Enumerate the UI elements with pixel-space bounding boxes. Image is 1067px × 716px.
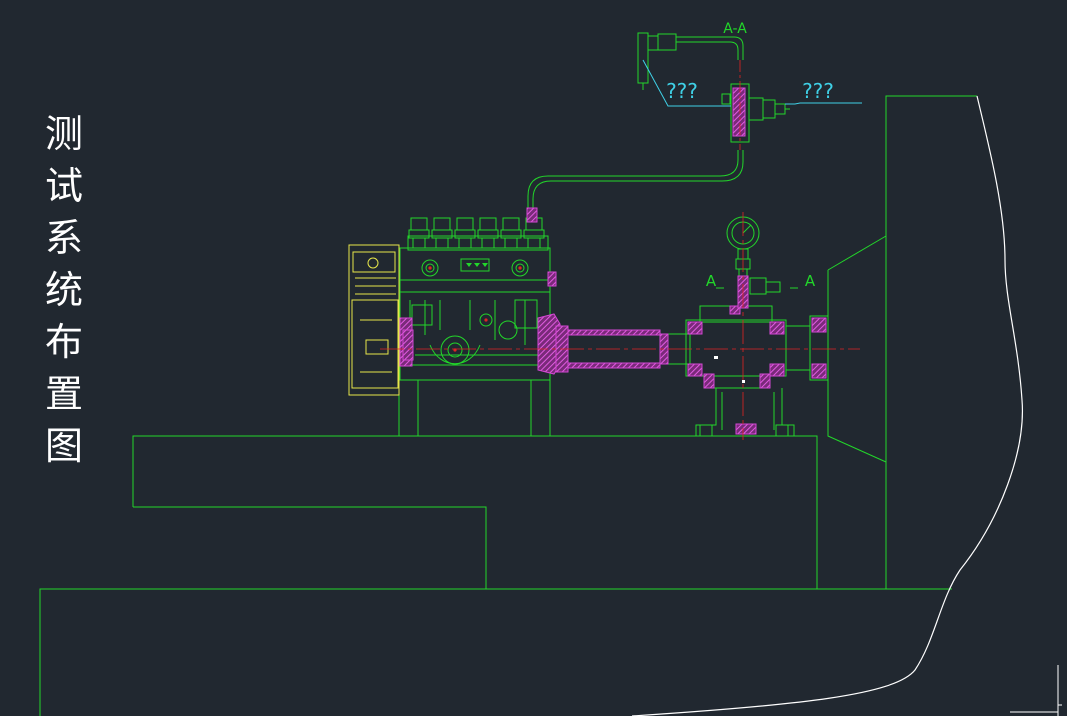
ucs-axis-icon [1010,665,1062,716]
high-pressure-fuel-line [527,36,744,218]
bench-frame [39,95,977,716]
upper-bench-plate [132,435,818,589]
section-mark-right: A [805,272,816,290]
bench-step [133,506,487,589]
section-mark-left: A [706,272,717,290]
pump-hatched-sections [399,271,561,375]
injection-pump-body [399,235,551,381]
right-support-column [885,95,977,589]
pressure-sensor-block [721,83,790,143]
motor-flange [827,235,887,271]
fuel-line-fitting [526,207,538,223]
drawing-canvas: A-A A A ??? ??? [39,21,1062,716]
pressure-gauge [726,216,781,306]
cad-drawing-viewport[interactable]: 测试系统布置图 A-A A A ??? ??? [0,0,1067,716]
governor-housing [348,244,400,396]
delivery-valve-holders [408,217,545,249]
torque-sensor-assembly [659,305,829,437]
break-line-contour [631,95,1024,716]
callout-right-text: ??? [802,79,834,103]
pump-support-legs [398,380,551,436]
sensor-block-hatch [732,87,746,137]
pump-details [466,263,488,267]
floor-base-outline [39,588,952,716]
white-markers [714,356,745,383]
section-label-top: A-A [723,21,747,37]
callout-left-text: ??? [666,79,698,103]
